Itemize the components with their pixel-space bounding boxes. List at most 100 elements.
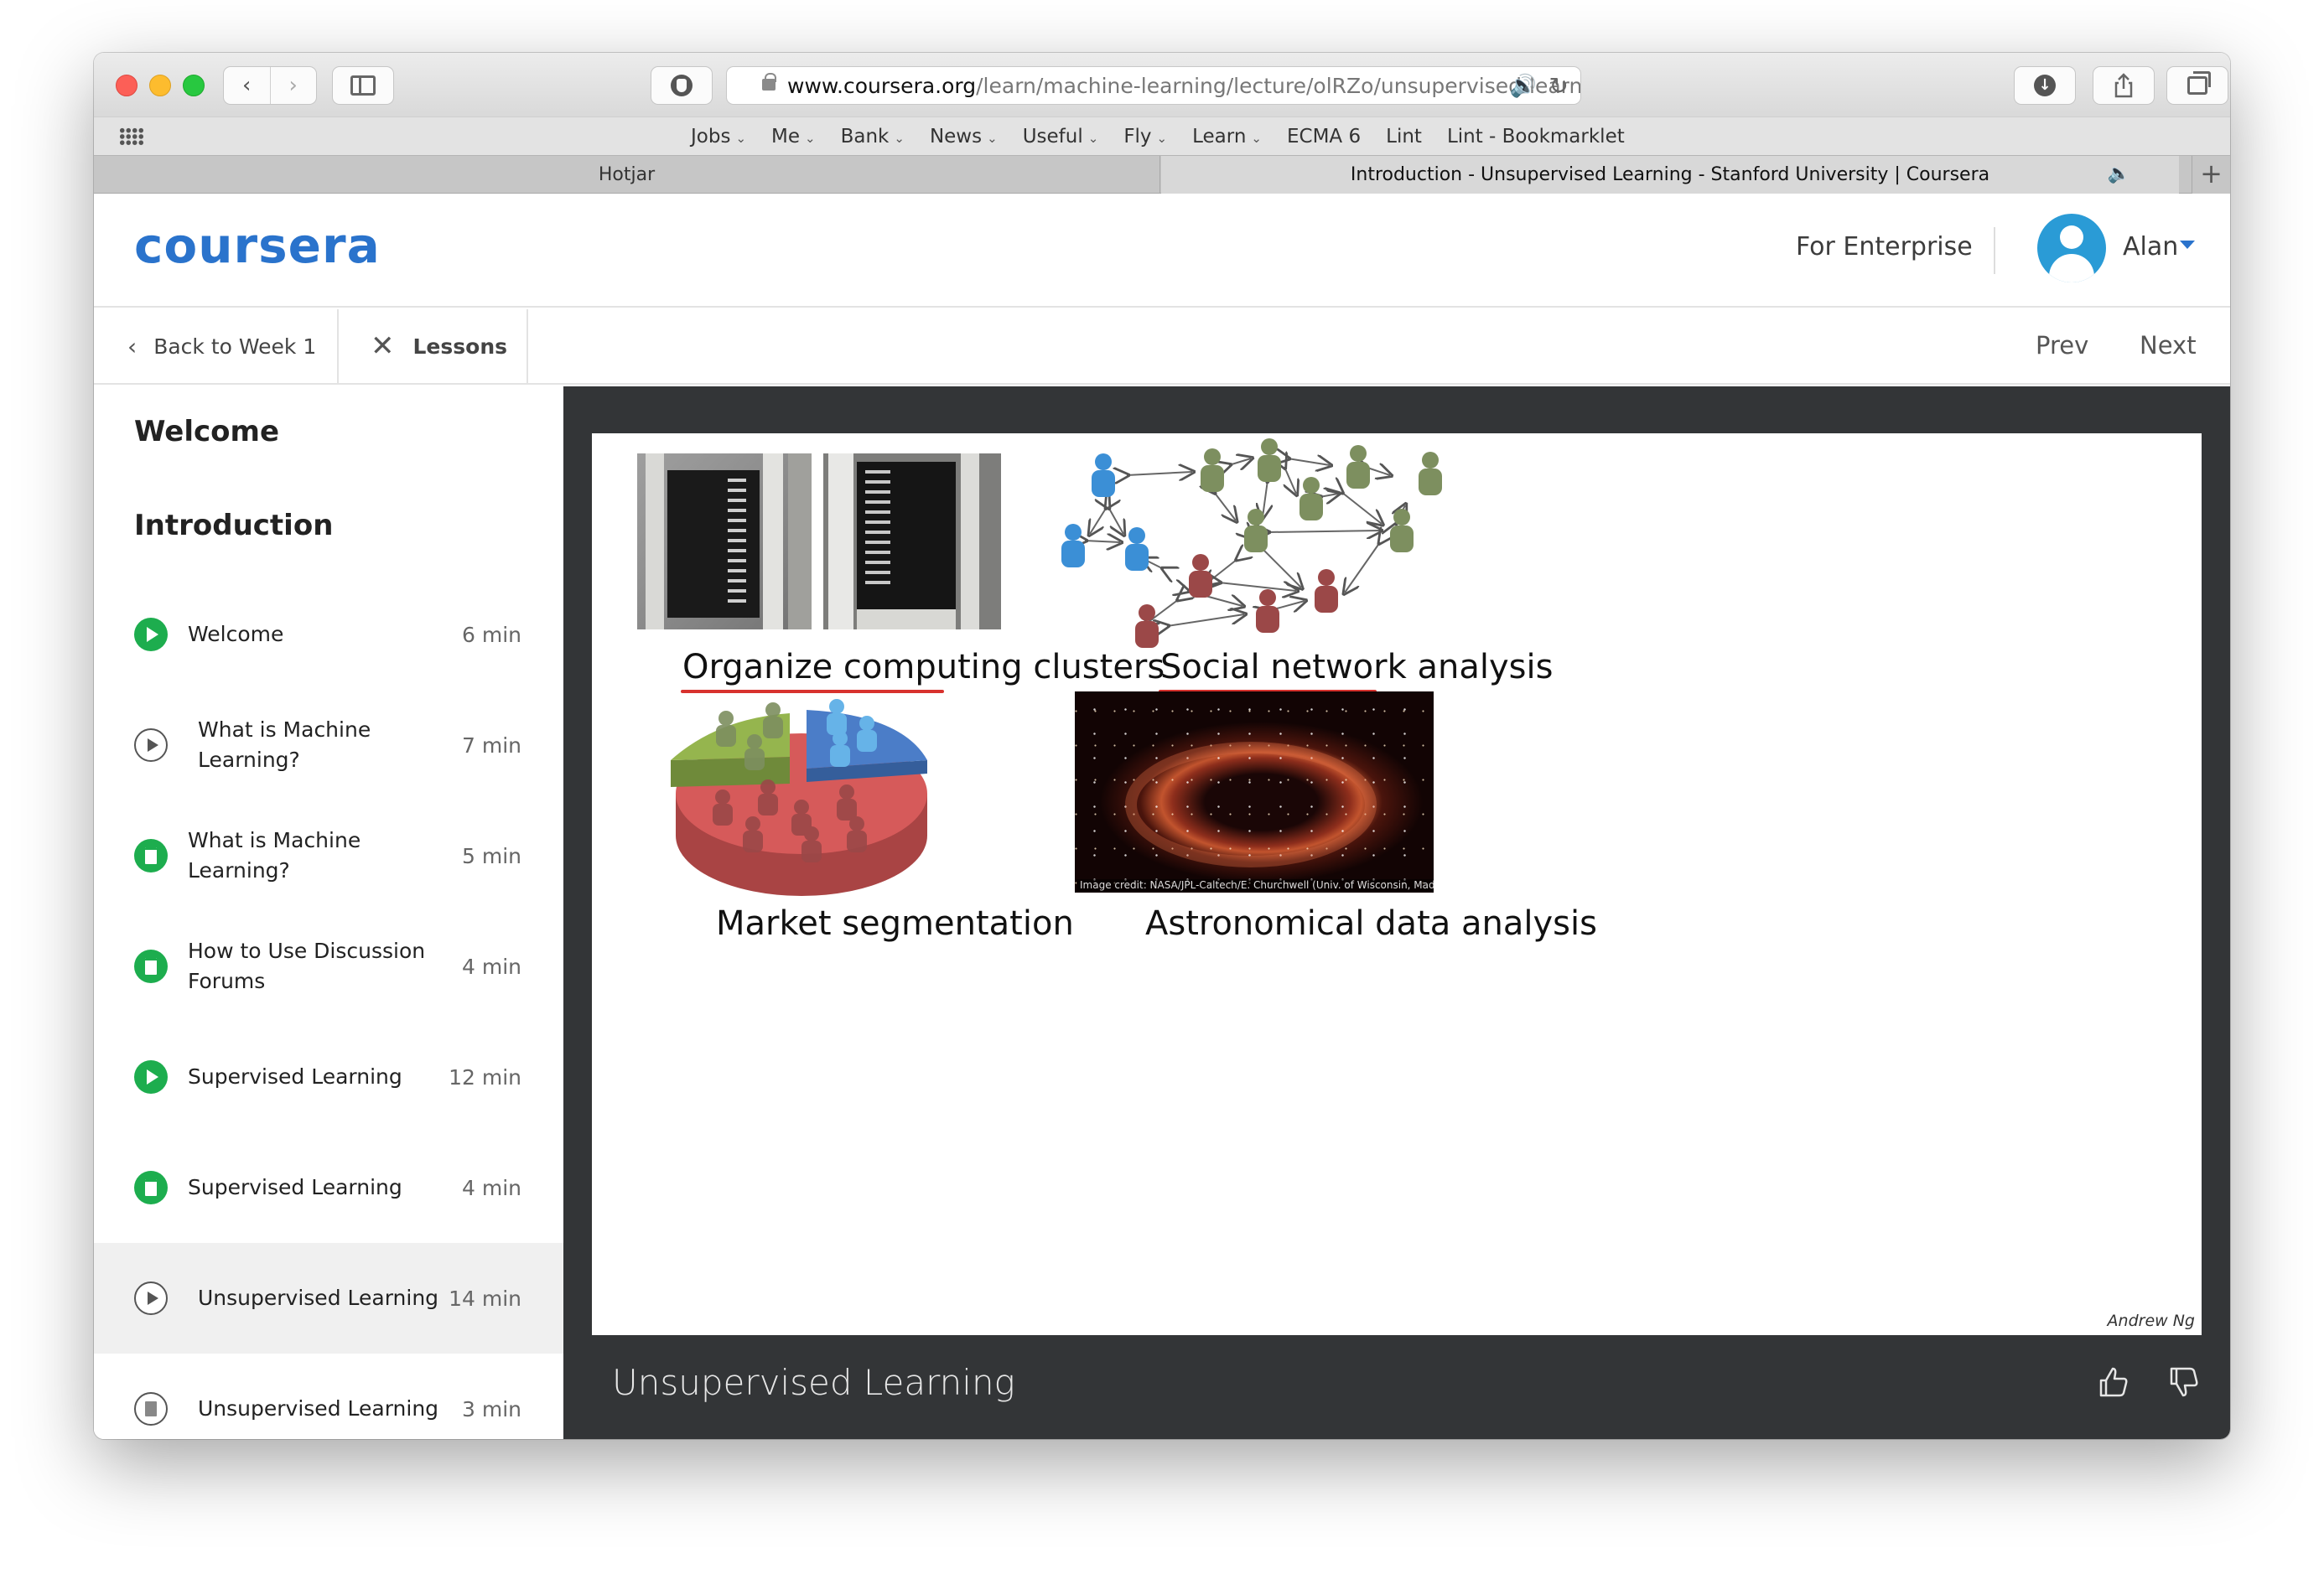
favorite-label: Fly <box>1123 126 1152 148</box>
lesson-label: Unsupervised Learning <box>198 1286 439 1310</box>
favorite-item[interactable]: Learn ⌄ <box>1192 126 1262 148</box>
favorite-item[interactable]: Lint <box>1386 126 1422 148</box>
favorite-label: Me <box>771 126 801 148</box>
shield-icon <box>671 75 693 96</box>
play-icon <box>134 618 168 651</box>
user-menu[interactable]: Alan <box>2123 232 2178 261</box>
forward-button[interactable]: › <box>269 67 317 104</box>
lesson-duration: 14 min <box>449 1286 521 1311</box>
favorite-label: Bank <box>840 126 890 148</box>
lesson-sidebar: Welcome Introduction Welcome 6 min What is… <box>94 386 563 1439</box>
lesson-duration: 6 min <box>462 622 521 647</box>
chevron-left-icon: ‹ <box>127 332 137 360</box>
favorite-item[interactable]: ECMA 6 <box>1287 126 1361 148</box>
coursera-logo[interactable]: coursera <box>134 217 381 274</box>
url-text: www.coursera.org/learn/machine-learning/… <box>787 73 1581 98</box>
lesson-duration: 7 min <box>462 733 521 758</box>
caret-down-icon[interactable] <box>2180 241 2195 249</box>
favorite-label: Jobs <box>691 126 731 148</box>
image-credit: Image credit: NASA/JPL-Caltech/E. Church… <box>1076 879 1434 891</box>
favorites-bar: Jobs ⌄ Me ⌄ Bank ⌄ News ⌄ Useful ⌄ Fly ⌄ Learn ⌄ ECMA … <box>94 116 2230 155</box>
social-network-image <box>1061 438 1442 648</box>
lessons-toggle[interactable]: ✕ Lessons <box>340 309 528 383</box>
sidebar-toggle-button[interactable] <box>332 66 394 105</box>
lock-icon <box>762 73 776 91</box>
nebula-ring <box>1125 742 1377 867</box>
lecture-subnav: ‹ Back to Week 1 ✕ Lessons Prev Next <box>94 309 2230 385</box>
favorites-list: Jobs ⌄ Me ⌄ Bank ⌄ News ⌄ Useful ⌄ Fly ⌄ Learn ⌄ ECMA … <box>691 117 1650 156</box>
share-icon <box>2114 73 2133 98</box>
speaker-icon[interactable]: 🔊 <box>1510 74 1537 99</box>
back-button[interactable]: ‹ <box>224 67 270 104</box>
downloads-button[interactable]: ↓ <box>2014 66 2076 105</box>
chevron-down-icon: ⌄ <box>1156 131 1168 146</box>
download-icon: ↓ <box>2034 75 2056 96</box>
play-icon <box>134 728 168 762</box>
tab-coursera[interactable]: Introduction - Unsupervised Learning - S… <box>1161 156 2179 194</box>
back-to-week-link[interactable]: ‹ Back to Week 1 <box>94 309 339 383</box>
lesson-item[interactable]: Welcome 6 min <box>94 579 563 690</box>
for-enterprise-link[interactable]: For Enterprise <box>1796 232 1973 261</box>
lesson-duration: 12 min <box>449 1064 521 1090</box>
address-bar[interactable]: www.coursera.org/learn/machine-learning/… <box>726 66 1581 105</box>
share-button[interactable] <box>2093 66 2155 105</box>
lecture-slide: Organize computing clusters Social netwo… <box>592 433 2202 1335</box>
reading-icon <box>134 839 168 872</box>
lesson-item[interactable]: Supervised Learning 12 min <box>94 1022 563 1132</box>
section-title-introduction[interactable]: Introduction <box>134 509 333 542</box>
dislike-button[interactable] <box>2165 1365 2202 1406</box>
market-segmentation-image <box>671 699 927 896</box>
lesson-item[interactable]: Unsupervised Learning 3 min <box>94 1354 563 1439</box>
lesson-item[interactable]: Supervised Learning 4 min <box>94 1132 563 1243</box>
chevron-down-icon: ⌄ <box>1251 131 1262 146</box>
lesson-item[interactable]: What is Machine Learning? 7 min <box>94 690 563 800</box>
apps-grid-icon[interactable] <box>119 127 144 146</box>
history-nav: ‹ › <box>223 66 317 105</box>
video-player[interactable]: Organize computing clusters Social netwo… <box>563 386 2230 1439</box>
play-icon <box>134 1281 168 1315</box>
minimize-window-button[interactable] <box>149 75 171 96</box>
favorite-item[interactable]: Useful ⌄ <box>1023 126 1099 148</box>
favorite-item[interactable]: Me ⌄ <box>771 126 816 148</box>
new-tab-button[interactable]: + <box>2192 156 2230 194</box>
privacy-extension-button[interactable] <box>651 66 713 105</box>
lesson-duration: 4 min <box>462 954 521 979</box>
zoom-window-button[interactable] <box>183 75 205 96</box>
lesson-duration: 5 min <box>462 843 521 868</box>
back-to-week-label: Back to Week 1 <box>153 334 317 359</box>
lesson-item[interactable]: Unsupervised Learning 14 min <box>94 1243 563 1354</box>
close-icon: ✕ <box>371 329 395 363</box>
lesson-label: What is Machine Learning? <box>188 828 361 883</box>
close-window-button[interactable] <box>116 75 137 96</box>
browser-window: ‹ › www.coursera.org/learn/machine-learn… <box>94 53 2230 1439</box>
chevron-down-icon: ⌄ <box>805 131 816 146</box>
site-header: coursera For Enterprise Alan <box>94 194 2230 308</box>
favorite-item[interactable]: Bank ⌄ <box>841 126 905 148</box>
favorite-label: Learn <box>1192 126 1247 148</box>
reload-icon[interactable]: ↻ <box>1549 72 1569 100</box>
lesson-label: Welcome <box>188 622 284 646</box>
favorite-item[interactable]: Jobs ⌄ <box>691 126 746 148</box>
favorite-item[interactable]: Lint - Bookmarklet <box>1447 126 1625 148</box>
favorite-label: ECMA 6 <box>1287 126 1362 148</box>
lesson-item[interactable]: What is Machine Learning? 5 min <box>94 800 563 911</box>
tab-audio-icon[interactable]: 🔈 <box>2108 163 2130 184</box>
section-title-welcome[interactable]: Welcome <box>134 415 279 448</box>
play-icon <box>134 1060 168 1094</box>
lessons-label: Lessons <box>412 334 508 359</box>
like-button[interactable] <box>2094 1365 2131 1406</box>
favorite-label: Lint <box>1386 126 1422 148</box>
lesson-label: How to Use Discussion Forums <box>188 939 426 993</box>
next-button[interactable]: Next <box>2140 331 2197 360</box>
favorite-item[interactable]: News ⌄ <box>930 126 998 148</box>
lesson-label: Supervised Learning <box>188 1175 402 1199</box>
lesson-label: Supervised Learning <box>188 1064 402 1089</box>
show-all-tabs-button[interactable] <box>2166 66 2228 105</box>
prev-button[interactable]: Prev <box>2036 331 2088 360</box>
user-avatar[interactable] <box>2037 214 2106 282</box>
favorite-item[interactable]: Fly ⌄ <box>1123 126 1167 148</box>
lesson-item[interactable]: How to Use Discussion Forums 4 min <box>94 911 563 1022</box>
tab-bar: Hotjar Introduction - Unsupervised Learn… <box>94 155 2230 194</box>
lesson-label: Unsupervised Learning <box>198 1396 439 1421</box>
tab-hotjar[interactable]: Hotjar <box>94 156 1160 194</box>
